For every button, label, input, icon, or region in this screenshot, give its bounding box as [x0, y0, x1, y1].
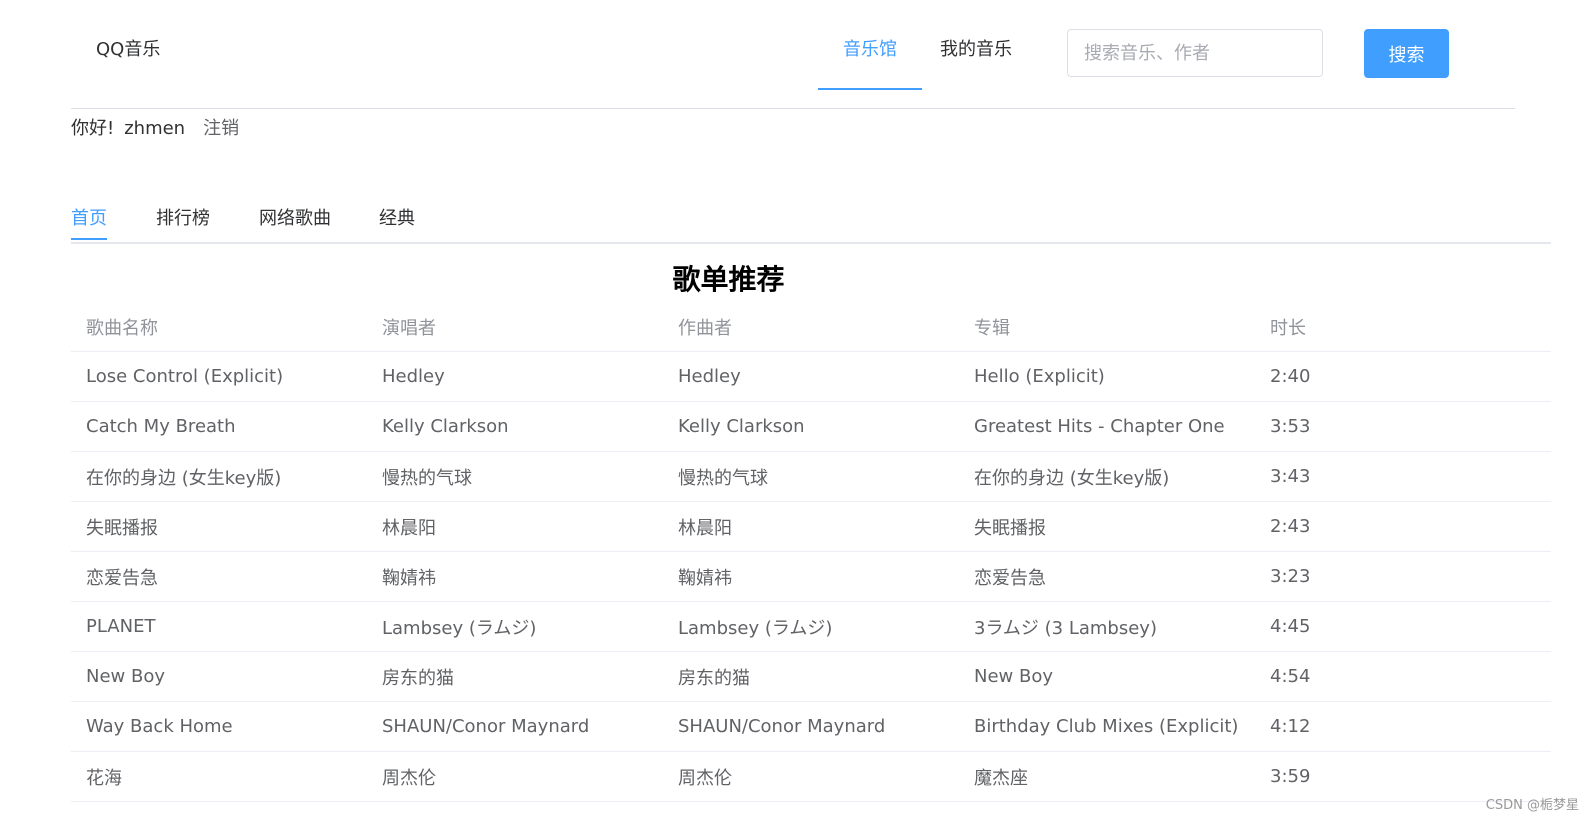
cell-song: New Boy — [71, 651, 367, 702]
tab-web-songs[interactable]: 网络歌曲 — [259, 204, 331, 240]
section-title: 歌单推荐 — [672, 263, 785, 296]
song-table: 歌曲名称 演唱者 作曲者 专辑 时长 Lose Control (Explici… — [71, 302, 1551, 802]
cell-singer: Hedley — [367, 351, 663, 402]
cell-song: 恋爱告急 — [71, 551, 367, 602]
cell-duration: 3:43 — [1255, 451, 1551, 502]
cell-album: 魔杰座 — [959, 751, 1255, 802]
table-row[interactable]: 花海 周杰伦 周杰伦 魔杰座 3:59 — [71, 751, 1551, 802]
cell-composer: Kelly Clarkson — [663, 401, 959, 452]
cell-composer: 周杰伦 — [663, 751, 959, 802]
cell-duration: 4:45 — [1255, 601, 1551, 652]
table-row[interactable]: New Boy 房东的猫 房东的猫 New Boy 4:54 — [71, 651, 1551, 702]
cell-album: 失眠播报 — [959, 501, 1255, 552]
tabs-underline — [71, 242, 1551, 244]
column-header-song: 歌曲名称 — [71, 302, 367, 352]
column-header-album: 专辑 — [959, 302, 1255, 352]
category-tabs: 首页 排行榜 网络歌曲 经典 — [71, 204, 1551, 244]
nav-my-music[interactable]: 我的音乐 — [922, 0, 1030, 88]
cell-duration: 2:40 — [1255, 351, 1551, 402]
cell-composer: 林晨阳 — [663, 501, 959, 552]
cell-singer: SHAUN/Conor Maynard — [367, 701, 663, 752]
username: zhmen — [124, 118, 186, 139]
cell-composer: Lambsey (ラムジ) — [663, 601, 959, 652]
cell-composer: SHAUN/Conor Maynard — [663, 701, 959, 752]
cell-duration: 4:12 — [1255, 701, 1551, 752]
cell-composer: Hedley — [663, 351, 959, 402]
cell-singer: 鞠婧祎 — [367, 551, 663, 602]
tab-charts[interactable]: 排行榜 — [156, 204, 210, 240]
table-row[interactable]: Catch My Breath Kelly Clarkson Kelly Cla… — [71, 401, 1551, 452]
cell-composer: 鞠婧祎 — [663, 551, 959, 602]
cell-song: 花海 — [71, 751, 367, 802]
column-header-singer: 演唱者 — [367, 302, 663, 352]
cell-song: Catch My Breath — [71, 401, 367, 452]
cell-singer: 房东的猫 — [367, 651, 663, 702]
table-row[interactable]: 在你的身边 (女生key版) 慢热的气球 慢热的气球 在你的身边 (女生key版… — [71, 451, 1551, 502]
cell-duration: 3:53 — [1255, 401, 1551, 452]
cell-song: PLANET — [71, 601, 367, 652]
search-button[interactable]: 搜索 — [1364, 29, 1449, 78]
column-header-composer: 作曲者 — [663, 302, 959, 352]
greeting-text: 你好! — [71, 118, 115, 139]
brand-logo-text[interactable]: QQ音乐 — [96, 38, 160, 62]
cell-duration: 4:54 — [1255, 651, 1551, 702]
cell-singer: 周杰伦 — [367, 751, 663, 802]
cell-singer: 慢热的气球 — [367, 451, 663, 502]
top-header: QQ音乐 音乐馆 我的音乐 搜索 — [0, 0, 1591, 108]
table-row[interactable]: Way Back Home SHAUN/Conor Maynard SHAUN/… — [71, 701, 1551, 752]
table-row[interactable]: PLANET Lambsey (ラムジ) Lambsey (ラムジ) 3ラムジ … — [71, 601, 1551, 652]
cell-duration: 3:23 — [1255, 551, 1551, 602]
cell-singer: Lambsey (ラムジ) — [367, 601, 663, 652]
cell-album: Greatest Hits - Chapter One — [959, 401, 1255, 452]
tab-classics[interactable]: 经典 — [379, 204, 415, 240]
cell-song: 在你的身边 (女生key版) — [71, 451, 367, 502]
cell-album: 3ラムジ (3 Lambsey) — [959, 601, 1255, 652]
tab-home[interactable]: 首页 — [71, 204, 107, 240]
user-greeting: 你好! zhmen 注销 — [71, 116, 239, 142]
cell-singer: Kelly Clarkson — [367, 401, 663, 452]
header-divider — [71, 108, 1515, 109]
cell-album: Birthday Club Mixes (Explicit) — [959, 701, 1255, 752]
cell-singer: 林晨阳 — [367, 501, 663, 552]
table-row[interactable]: 失眠播报 林晨阳 林晨阳 失眠播报 2:43 — [71, 501, 1551, 552]
table-row[interactable]: 恋爱告急 鞠婧祎 鞠婧祎 恋爱告急 3:23 — [71, 551, 1551, 602]
cell-song: 失眠播报 — [71, 501, 367, 552]
cell-song: Lose Control (Explicit) — [71, 351, 367, 402]
cell-album: Hello (Explicit) — [959, 351, 1255, 402]
watermark: CSDN @栀梦星 — [1485, 798, 1579, 813]
cell-composer: 房东的猫 — [663, 651, 959, 702]
column-header-duration: 时长 — [1255, 302, 1551, 352]
cell-album: 恋爱告急 — [959, 551, 1255, 602]
cell-album: 在你的身边 (女生key版) — [959, 451, 1255, 502]
nav-music-hall[interactable]: 音乐馆 — [818, 0, 922, 90]
search-input[interactable] — [1067, 29, 1323, 77]
cell-song: Way Back Home — [71, 701, 367, 752]
cell-duration: 2:43 — [1255, 501, 1551, 552]
logout-link[interactable]: 注销 — [203, 118, 239, 139]
cell-album: New Boy — [959, 651, 1255, 702]
table-row[interactable]: Lose Control (Explicit) Hedley Hedley He… — [71, 351, 1551, 402]
table-header-row: 歌曲名称 演唱者 作曲者 专辑 时长 — [71, 302, 1551, 352]
cell-composer: 慢热的气球 — [663, 451, 959, 502]
